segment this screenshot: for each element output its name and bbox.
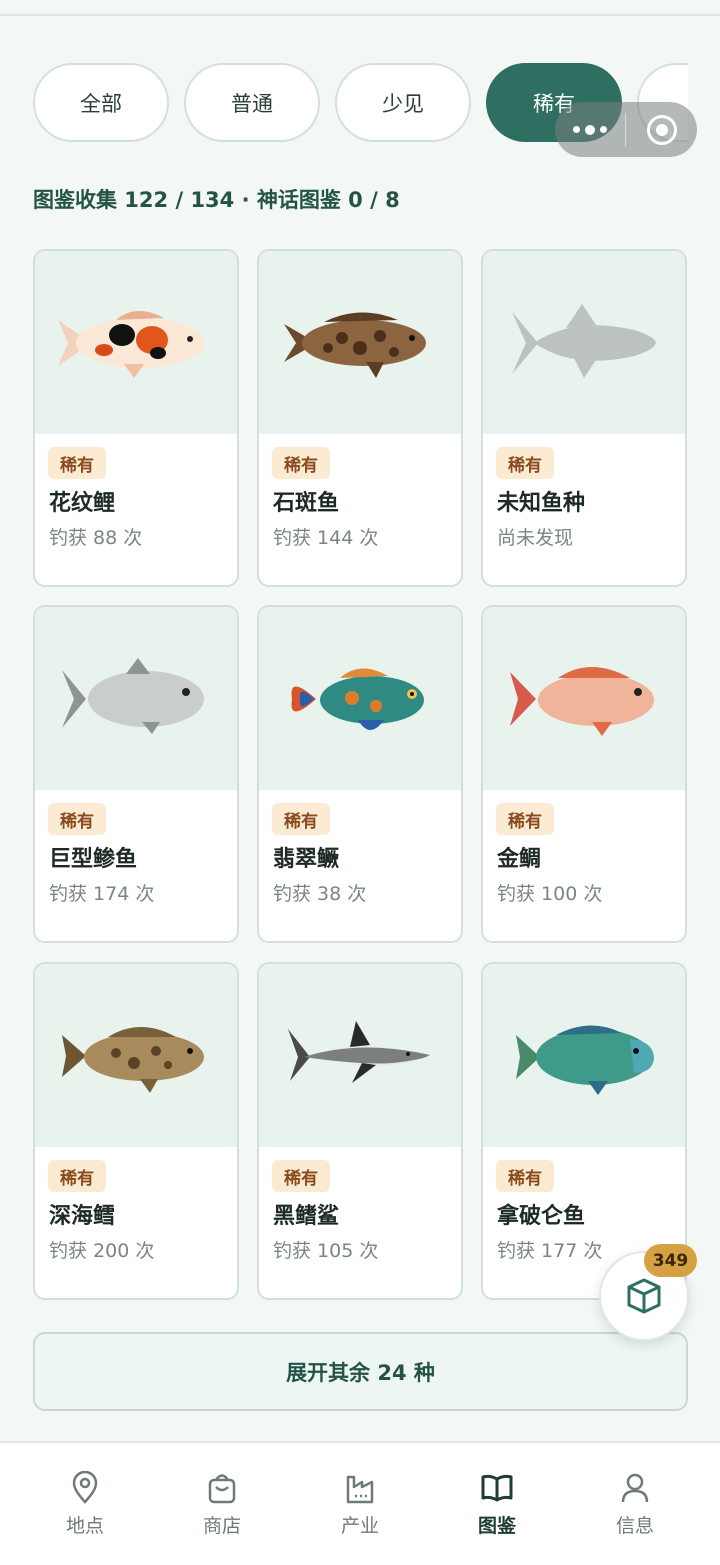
- location-icon: [72, 1471, 98, 1504]
- filter-tab-common[interactable]: 普通: [184, 63, 320, 142]
- fish-card[interactable]: 稀有 深海鳕 钓获 200 次: [33, 962, 239, 1300]
- rarity-badge: 稀有: [496, 803, 554, 835]
- filter-tab-all[interactable]: 全部: [33, 63, 169, 142]
- miniprogram-capsule: [555, 102, 697, 157]
- fish-image: [483, 607, 685, 790]
- fish-card[interactable]: 稀有 黑鳍鲨 钓获 105 次: [257, 962, 463, 1300]
- fish-name: 未知鱼种: [497, 491, 586, 516]
- rarity-badge: 稀有: [496, 1160, 554, 1192]
- target-circle-icon[interactable]: [626, 102, 697, 157]
- catch-count: 尚未发现: [497, 527, 574, 549]
- inventory-count-badge: 349: [644, 1244, 697, 1277]
- fish-image: [259, 251, 461, 434]
- rarity-badge: 稀有: [272, 447, 330, 479]
- nav-item-codex[interactable]: 图鉴: [447, 1471, 547, 1541]
- rarity-badge: 稀有: [272, 1160, 330, 1192]
- catch-count: 钓获 100 次: [497, 883, 603, 905]
- nav-label: 商店: [202, 1515, 241, 1537]
- fish-name: 拿破仑鱼: [497, 1204, 586, 1229]
- catch-count: 钓获 174 次: [49, 883, 155, 905]
- bottom-nav: 地点 商店 产业 图鉴 信息: [0, 1441, 720, 1565]
- fish-name: 石斑鱼: [273, 491, 340, 516]
- top-divider: [0, 14, 720, 16]
- nav-label: 地点: [65, 1515, 104, 1537]
- nav-label: 信息: [615, 1515, 654, 1537]
- fish-card[interactable]: 稀有 未知鱼种 尚未发现: [481, 249, 687, 587]
- catch-count: 钓获 105 次: [273, 1240, 379, 1262]
- fish-name: 巨型鲹鱼: [49, 847, 138, 872]
- box-icon: [627, 1278, 661, 1314]
- rarity-badge: 稀有: [48, 1160, 106, 1192]
- fish-card[interactable]: 稀有 翡翠鳜 钓获 38 次: [257, 605, 463, 943]
- fish-image: [483, 964, 685, 1147]
- book-icon: [481, 1474, 513, 1502]
- fish-image: [259, 607, 461, 790]
- fish-image: [35, 251, 237, 434]
- rarity-badge: 稀有: [48, 803, 106, 835]
- catch-count: 钓获 177 次: [497, 1240, 603, 1262]
- collection-stats: 图鉴收集 122 / 134 · 神话图鉴 0 / 8: [33, 188, 400, 212]
- catch-count: 钓获 144 次: [273, 527, 379, 549]
- filter-tab-uncommon[interactable]: 少见: [335, 63, 471, 142]
- fish-card[interactable]: 稀有 花纹鲤 钓获 88 次: [33, 249, 239, 587]
- fish-name: 花纹鲤: [49, 491, 116, 516]
- more-dots-icon[interactable]: [555, 102, 625, 157]
- shop-bag-icon: [208, 1474, 236, 1504]
- nav-item-shop[interactable]: 商店: [172, 1471, 272, 1541]
- rarity-badge: 稀有: [48, 447, 106, 479]
- nav-item-industry[interactable]: 产业: [310, 1471, 410, 1541]
- fish-card[interactable]: 稀有 石斑鱼 钓获 144 次: [257, 249, 463, 587]
- rarity-badge: 稀有: [496, 447, 554, 479]
- catch-count: 钓获 38 次: [273, 883, 367, 905]
- fish-name: 深海鳕: [49, 1204, 116, 1229]
- fish-image: [483, 251, 685, 434]
- catch-count: 钓获 200 次: [49, 1240, 155, 1262]
- fish-card[interactable]: 稀有 金鲷 钓获 100 次: [481, 605, 687, 943]
- fish-name: 翡翠鳜: [273, 847, 340, 872]
- fish-name: 金鲷: [497, 847, 542, 872]
- fish-image: [259, 964, 461, 1147]
- fish-card[interactable]: 稀有 巨型鲹鱼 钓获 174 次: [33, 605, 239, 943]
- nav-item-location[interactable]: 地点: [35, 1471, 135, 1541]
- nav-label: 产业: [340, 1515, 379, 1537]
- fish-image: [35, 607, 237, 790]
- factory-icon: [346, 1475, 374, 1504]
- fish-image: [35, 964, 237, 1147]
- nav-item-info[interactable]: 信息: [585, 1471, 685, 1541]
- expand-more-button[interactable]: 展开其余 24 种: [33, 1332, 688, 1411]
- nav-label: 图鉴: [477, 1515, 516, 1537]
- catch-count: 钓获 88 次: [49, 527, 143, 549]
- user-icon: [621, 1473, 649, 1503]
- fish-name: 黑鳍鲨: [273, 1204, 340, 1229]
- rarity-badge: 稀有: [272, 803, 330, 835]
